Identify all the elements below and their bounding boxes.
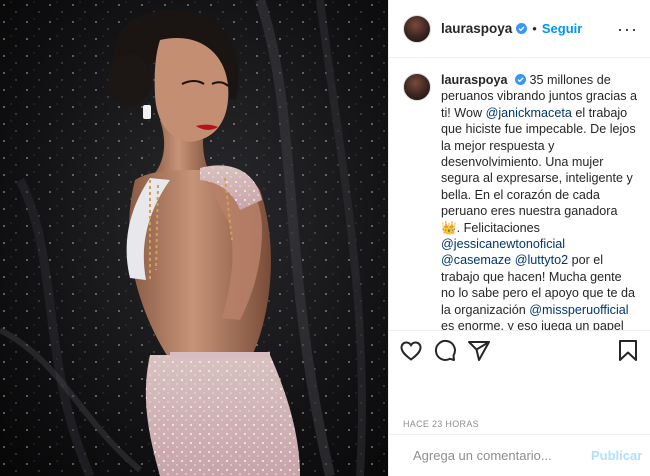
caption-link[interactable]: @casemaze bbox=[441, 253, 511, 267]
heart-icon[interactable] bbox=[399, 339, 423, 363]
caption-segment: el trabajo que hiciste fue impecable. De… bbox=[441, 105, 636, 235]
author-avatar[interactable] bbox=[403, 14, 431, 43]
caption-username[interactable]: lauraspoya bbox=[441, 73, 508, 87]
post-photo[interactable] bbox=[0, 0, 388, 476]
instagram-post: lauraspoya • Seguir ··· lauraspoya 35 mi… bbox=[0, 0, 650, 476]
caption-link[interactable]: @luttyto2 bbox=[515, 253, 568, 267]
comment-box: Publicar bbox=[389, 434, 650, 476]
share-icon[interactable] bbox=[467, 339, 491, 363]
post-timestamp[interactable]: HACE 23 HORAS bbox=[389, 414, 650, 434]
bookmark-icon[interactable] bbox=[616, 339, 640, 363]
author-username[interactable]: lauraspoya bbox=[441, 21, 512, 36]
likes-spacer bbox=[389, 370, 650, 414]
verified-badge-icon bbox=[516, 23, 528, 34]
separator-dot: • bbox=[532, 21, 537, 36]
post-header: lauraspoya • Seguir ··· bbox=[389, 0, 650, 58]
caption-link[interactable]: @jessicanewtonoficial bbox=[441, 237, 565, 251]
caption-avatar[interactable] bbox=[403, 73, 431, 101]
post-photo-image bbox=[0, 0, 388, 476]
action-bar bbox=[389, 330, 650, 370]
publish-button[interactable]: Publicar bbox=[591, 448, 642, 463]
caption-body: 35 millones de peruanos vibrando juntos … bbox=[441, 73, 637, 330]
caption-area: lauraspoya 35 millones de peruanos vibra… bbox=[389, 58, 650, 330]
caption-link[interactable]: @janickmaceta bbox=[486, 106, 572, 120]
post-sidebar: lauraspoya • Seguir ··· lauraspoya 35 mi… bbox=[388, 0, 650, 476]
comment-input[interactable] bbox=[411, 447, 591, 464]
caption-segment: es enorme, y eso juega un papel importan… bbox=[441, 319, 624, 330]
caption-link[interactable]: @missperuofficial bbox=[529, 303, 628, 317]
verified-badge-icon bbox=[515, 74, 526, 85]
caption-text: lauraspoya 35 millones de peruanos vibra… bbox=[441, 72, 638, 330]
more-options-icon[interactable]: ··· bbox=[617, 20, 638, 38]
comment-icon[interactable] bbox=[433, 339, 457, 363]
follow-button[interactable]: Seguir bbox=[542, 21, 582, 36]
